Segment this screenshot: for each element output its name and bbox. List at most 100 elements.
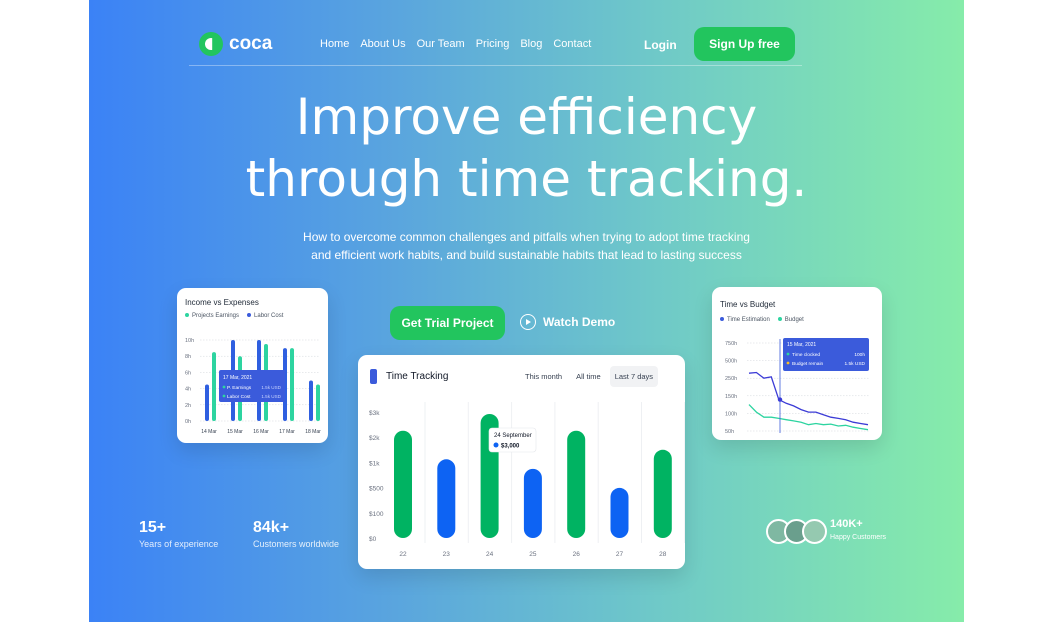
bar (610, 487, 629, 538)
y-tick-label: $2k (369, 435, 380, 442)
avatar (802, 519, 827, 544)
y-tick-label: 10h (185, 338, 194, 344)
brand-name: coca (229, 33, 273, 54)
stat-value: 84k+ (253, 519, 290, 536)
x-tick-label: 23 (443, 551, 451, 558)
login-link[interactable]: Login (644, 38, 677, 52)
bar (290, 348, 294, 421)
tooltip-row-label: Budget remain (792, 361, 824, 367)
watch-demo-button[interactable]: Watch Demo (520, 314, 615, 330)
stat-customers: 84k+ Customers worldwide (253, 519, 339, 549)
avatar-group (766, 519, 827, 544)
watch-demo-label: Watch Demo (543, 315, 616, 329)
play-icon (520, 314, 536, 330)
nav-links: Home About Us Our Team Pricing Blog Cont… (320, 38, 591, 50)
happy-label: Happy Customers (830, 534, 887, 541)
signup-button[interactable]: Sign Up free (694, 27, 795, 61)
stat-value: 15+ (139, 519, 167, 536)
blue-dot-icon (493, 442, 499, 448)
headline-line-2: through time tracking. (245, 150, 808, 208)
tooltip-value: $3,000 (501, 444, 520, 450)
nav-link-pricing[interactable]: Pricing (476, 38, 510, 50)
subtitle-line-2: and efficient work habits, and build sus… (311, 248, 742, 262)
stat-years: 15+ Years of experience (139, 519, 218, 549)
tooltip-date: 15 Mar, 2021 (787, 342, 816, 348)
bar (316, 384, 320, 421)
y-tick-label: 500h (725, 359, 737, 365)
tooltip-date: 24 September (494, 433, 532, 439)
nav-link-blog[interactable]: Blog (520, 38, 542, 50)
happy-customers: 140K+ Happy Customers (830, 518, 886, 541)
bar (205, 384, 209, 421)
bar (394, 430, 412, 538)
tooltip-row-value: 1.5k USD (261, 385, 281, 390)
tooltip-row-value: 1.5k USD (844, 361, 865, 367)
x-tick-label: 14 Mar (201, 429, 217, 435)
y-tick-label: 250h (725, 376, 737, 382)
teal-dot-icon (222, 394, 226, 398)
trial-project-button[interactable]: Get Trial Project (390, 306, 505, 340)
tooltip-row-value: 100h (854, 352, 865, 358)
nav-link-about[interactable]: About Us (360, 38, 405, 50)
bar (212, 352, 216, 421)
y-tick-label: 0h (185, 419, 191, 425)
teal-dot-icon (222, 385, 226, 389)
x-tick-label: 22 (399, 551, 407, 558)
headline-line-1: Improve efficiency (295, 88, 758, 146)
top-navbar: coca Home About Us Our Team Pricing Blog… (189, 24, 802, 66)
tooltip-row-label: Time clocked (792, 352, 820, 358)
hover-point (777, 397, 783, 402)
tooltip-row-value: 1.5k USD (261, 394, 281, 399)
income-expenses-card: Income vs Expenses Projects Earnings Lab… (177, 288, 328, 443)
x-tick-label: 25 (529, 551, 537, 558)
y-tick-label: 750h (725, 341, 737, 347)
status-dot-icon (786, 361, 790, 365)
tooltip-date: 17 Mar, 2021 (223, 375, 252, 381)
bar (309, 380, 313, 421)
y-tick-label: 50h (725, 429, 734, 435)
subtitle-line-1: How to overcome common challenges and pi… (303, 230, 750, 244)
happy-value: 140K+ (830, 518, 863, 530)
budget-chart: 50h 100h 150h 250h 500h 750h 15 Mar, 2021 Time … (725, 338, 870, 435)
y-tick-label: $1k (369, 460, 380, 467)
x-tick-label: 16 Mar (253, 429, 269, 435)
stat-label: Customers worldwide (253, 539, 340, 549)
tooltip-row-label: P. Earnings (227, 385, 252, 391)
y-tick-label: 6h (185, 370, 191, 376)
y-tick-label: $500 (369, 486, 384, 493)
bar (437, 459, 456, 538)
nav-link-contact[interactable]: Contact (553, 38, 591, 50)
x-tick-label: 27 (616, 551, 624, 558)
x-tick-label: 15 Mar (227, 429, 243, 435)
brand-logo[interactable]: coca (199, 32, 272, 56)
y-tick-label: $100 (369, 511, 384, 518)
bar (523, 468, 542, 538)
series-line (748, 404, 869, 431)
hero-section: coca Home About Us Our Team Pricing Blog… (89, 0, 964, 622)
x-tick-label: 17 Mar (279, 429, 295, 435)
stat-label: Years of experience (139, 539, 219, 549)
y-tick-label: 4h (185, 387, 191, 393)
bar (653, 449, 672, 538)
time-budget-card: Time vs Budget Time Estimation Budget 50… (712, 287, 882, 440)
y-tick-label: 8h (185, 354, 191, 360)
hero-headline: Improve efficiency through time tracking… (89, 86, 964, 210)
x-tick-label: 26 (573, 551, 581, 558)
x-tick-label: 24 (486, 551, 494, 558)
logo-icon (199, 32, 223, 56)
hero-subtitle: How to overcome common challenges and pi… (269, 228, 784, 264)
income-chart: 0h 2h 4h 6h 8h 10h 14 Mar 15 Mar 16 Mar 17 Mar 18 … (185, 338, 321, 435)
y-tick-label: $3k (369, 410, 380, 417)
time-tracking-chart: $0 $100 $500 $1k $2k $3k 22 23 24 25 26 27 28 24 Sept… (369, 402, 685, 558)
status-dot-icon (786, 352, 790, 356)
y-tick-label: 100h (725, 411, 737, 417)
y-tick-label: 2h (185, 403, 191, 409)
x-tick-label: 28 (659, 551, 667, 558)
tooltip-row-label: Labor Cost (227, 394, 251, 400)
time-tracking-card: Time Tracking This month All time Last 7… (358, 355, 685, 569)
nav-link-team[interactable]: Our Team (417, 38, 465, 50)
nav-link-home[interactable]: Home (320, 38, 349, 50)
y-tick-label: $0 (369, 536, 377, 543)
y-tick-label: 150h (725, 394, 737, 400)
x-tick-label: 18 Mar (305, 429, 321, 435)
